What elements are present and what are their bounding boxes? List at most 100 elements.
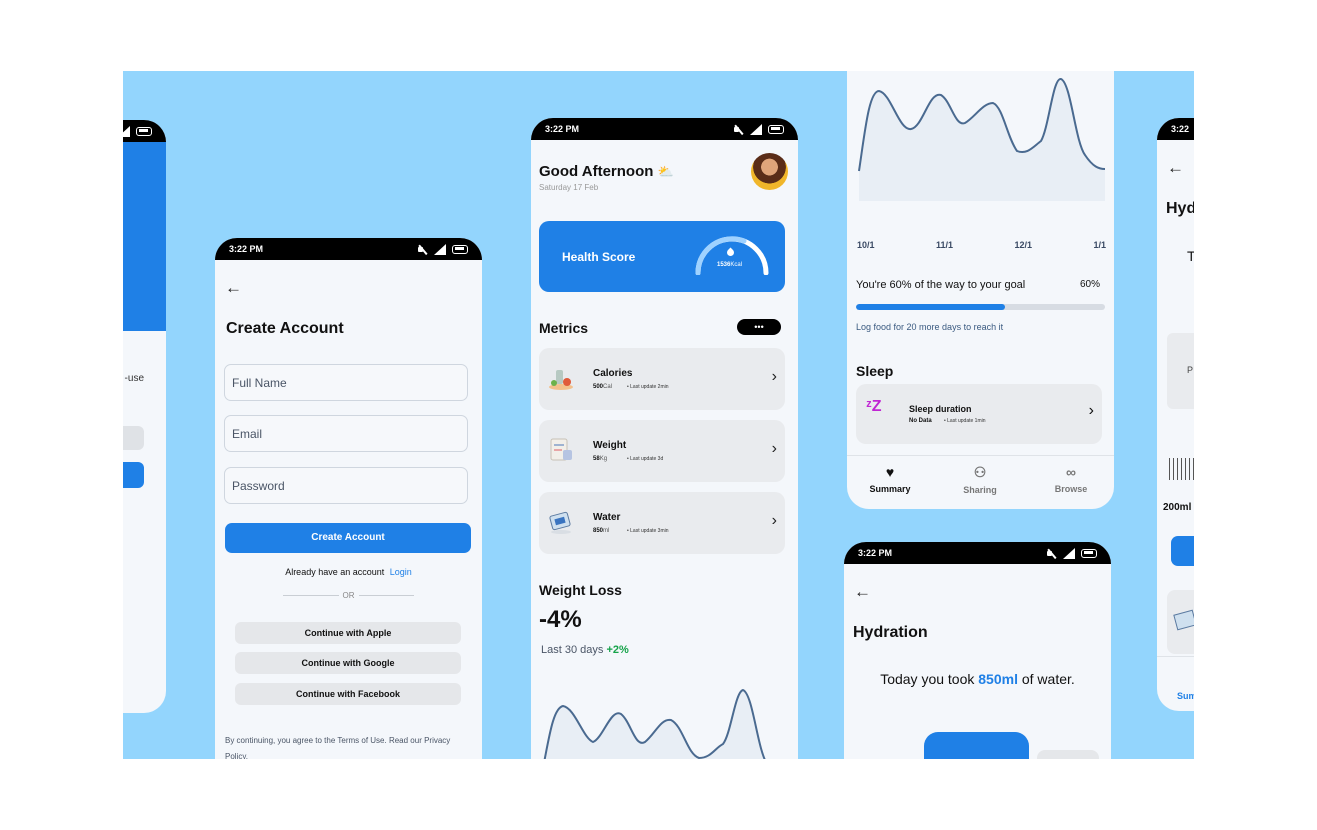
gauge-value: 1536Kcal bbox=[717, 262, 742, 268]
greeting-text: Good Afternoon bbox=[539, 163, 654, 180]
scale-icon bbox=[550, 438, 572, 461]
weight-loss-value: -4% bbox=[539, 606, 582, 633]
sun-cloud-icon: ⛅ bbox=[657, 164, 674, 179]
page-title: Hyd bbox=[1166, 200, 1194, 217]
primary-button[interactable] bbox=[1171, 536, 1194, 566]
back-arrow-icon[interactable]: ← bbox=[225, 278, 242, 298]
chevron-right-icon[interactable]: › bbox=[772, 440, 777, 458]
sleep-update-text: Last update 1min bbox=[947, 418, 986, 424]
metric-card-water[interactable]: Water 850ml • Last update 3min › bbox=[539, 492, 785, 554]
nav-sharing[interactable]: ⚇ Sharing bbox=[945, 464, 1015, 495]
battery-icon bbox=[136, 126, 152, 136]
metric-name: Calories bbox=[593, 368, 633, 379]
add-water-button[interactable] bbox=[924, 732, 1029, 759]
item-card[interactable] bbox=[1167, 590, 1194, 654]
water-amount: 850ml bbox=[978, 671, 1018, 687]
create-account-button[interactable]: Create Account bbox=[225, 523, 471, 553]
nav-browse[interactable]: ∞ Browse bbox=[1036, 464, 1106, 494]
battery-icon bbox=[1081, 548, 1097, 558]
partial-phone-right: 3:22 ← Hyd T P 200ml Sum bbox=[1157, 118, 1194, 711]
greeting: Good Afternoon ⛅ bbox=[539, 163, 674, 180]
partial-phone-left: -use bbox=[123, 120, 166, 713]
nav-label: Sharing bbox=[963, 485, 997, 495]
nav-summary[interactable]: ♥ Summary bbox=[855, 464, 925, 494]
status-bar bbox=[123, 120, 166, 142]
food-icon bbox=[549, 370, 573, 390]
login-link[interactable]: Login bbox=[390, 567, 412, 577]
hydration-sentence: Today you took 850ml of water. bbox=[844, 671, 1111, 687]
sentence-pre: Today you took bbox=[880, 671, 975, 687]
chevron-right-icon[interactable]: › bbox=[772, 512, 777, 530]
terms-text: By continuing, you agree to the Terms of… bbox=[225, 736, 451, 759]
signal-icon bbox=[123, 125, 130, 137]
sleep-card[interactable]: ᶻZ Sleep duration No Data • Last update … bbox=[856, 384, 1102, 444]
health-score-label: Health Score bbox=[562, 250, 636, 264]
continue-apple-button[interactable]: Continue with Apple bbox=[235, 622, 461, 644]
full-name-input[interactable]: Full Name bbox=[224, 364, 468, 401]
nav-label: Summary bbox=[869, 484, 911, 494]
goal-percent: 60% bbox=[1079, 279, 1100, 290]
battery-icon bbox=[452, 244, 468, 254]
chevron-right-icon[interactable]: › bbox=[772, 368, 777, 386]
metric-card-calories[interactable]: Calories 500Cal • Last update 2min › bbox=[539, 348, 785, 410]
email-input[interactable]: Email bbox=[224, 415, 468, 452]
status-bar: 3:22 PM bbox=[844, 542, 1111, 564]
metric-card-weight[interactable]: Weight 58Kg • Last update 3d › bbox=[539, 420, 785, 482]
status-time: 3:22 PM bbox=[858, 548, 893, 558]
page-title: Create Account bbox=[226, 320, 344, 337]
health-score-card[interactable]: Health Score 1536Kcal bbox=[539, 221, 785, 292]
more-button[interactable]: ••• bbox=[737, 319, 781, 335]
metric-update-text: Last update 2min bbox=[630, 384, 669, 390]
metric-unit: Cal bbox=[603, 384, 613, 390]
mute-icon bbox=[733, 125, 744, 134]
ruler-icon bbox=[1169, 458, 1194, 480]
side-button[interactable] bbox=[1037, 750, 1099, 759]
chevron-right-icon[interactable]: › bbox=[1089, 402, 1094, 420]
text-fragment: T bbox=[1187, 248, 1194, 264]
continue-facebook-button[interactable]: Continue with Facebook bbox=[235, 683, 461, 705]
metric-unit: Kg bbox=[599, 456, 608, 462]
metric-number: 850 bbox=[593, 528, 604, 534]
password-input[interactable]: Password bbox=[224, 467, 468, 504]
avatar[interactable] bbox=[751, 153, 788, 190]
continue-google-button[interactable]: Continue with Google bbox=[235, 652, 461, 674]
nav-label: Sum bbox=[1177, 691, 1194, 701]
status-bar: 3:22 PM bbox=[531, 118, 798, 140]
metric-value: 500Cal bbox=[593, 384, 612, 390]
status-time: 3:22 PM bbox=[229, 244, 264, 254]
weight-loss-period: Last 30 days +2% bbox=[541, 644, 629, 656]
sleep-label: Sleep duration bbox=[909, 404, 972, 414]
gauge-unit: Kcal bbox=[730, 262, 743, 268]
or-text: OR bbox=[342, 591, 355, 600]
sentence-post: of water. bbox=[1021, 671, 1075, 687]
nav-summary[interactable]: Sum bbox=[1157, 656, 1194, 711]
chart-area bbox=[544, 690, 765, 759]
water-icon bbox=[1173, 609, 1194, 631]
metric-name: Weight bbox=[593, 440, 627, 451]
back-arrow-icon[interactable]: ← bbox=[854, 582, 871, 602]
hero-banner bbox=[123, 142, 166, 331]
status-time: 3:22 bbox=[1171, 124, 1190, 134]
goal-progress-fill bbox=[856, 304, 1006, 310]
option-card[interactable]: P bbox=[1167, 333, 1194, 409]
metric-update: • Last update 3d bbox=[627, 456, 664, 462]
weight-loss-title: Weight Loss bbox=[539, 582, 622, 598]
period-text: Last 30 days bbox=[541, 644, 604, 656]
metric-number: 500 bbox=[593, 384, 604, 390]
sleep-update: • Last update 1min bbox=[944, 418, 986, 424]
back-arrow-icon[interactable]: ← bbox=[1167, 158, 1184, 178]
change-text: +2% bbox=[606, 644, 629, 656]
amount-label: 200ml bbox=[1163, 502, 1192, 513]
page-title: Hydration bbox=[853, 624, 928, 641]
primary-button[interactable] bbox=[123, 462, 144, 488]
goal-text: You're 60% of the way to your goal bbox=[856, 279, 1026, 291]
metric-update-text: Last update 3d bbox=[630, 456, 664, 462]
battery-icon bbox=[768, 124, 784, 134]
secondary-button[interactable] bbox=[123, 426, 144, 450]
sleep-zz-icon: ᶻZ bbox=[866, 398, 882, 415]
divider-line bbox=[283, 595, 339, 596]
weight-loss-chart bbox=[543, 688, 766, 759]
login-prompt: Already have an account Login bbox=[215, 567, 482, 577]
sleep-title: Sleep bbox=[856, 363, 894, 379]
metric-update-text: Last update 3min bbox=[630, 528, 669, 534]
